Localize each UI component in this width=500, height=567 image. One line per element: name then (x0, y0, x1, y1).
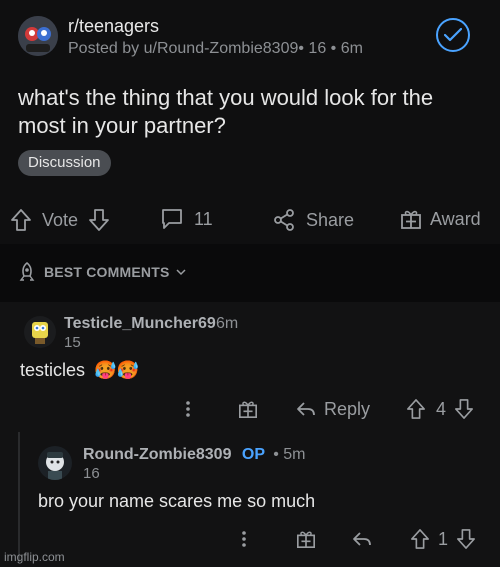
more-options-icon[interactable] (240, 529, 248, 549)
more-options-icon[interactable] (184, 399, 192, 419)
reply-time: • 5m (273, 446, 306, 463)
comment-time: 6m (216, 315, 239, 332)
post-action-bar: Vote 11 Share Award (0, 200, 500, 240)
upvote-icon[interactable] (10, 208, 32, 232)
posted-by: Posted by u/Round-Zombie8309• 16 • 6m (68, 40, 363, 58)
reply-label: Reply (324, 398, 371, 419)
post-meta: • 16 • 6m (298, 40, 363, 57)
award-label: Award (430, 208, 481, 229)
subreddit-avatar[interactable] (18, 16, 58, 56)
comment-emoji: 🥵🥵 (94, 360, 139, 380)
post-card: r/teenagers Posted by u/Round-Zombie8309… (0, 0, 500, 244)
comment-action-bar: Reply 4 (184, 398, 474, 420)
comment-username[interactable]: Testicle_Muncher69 (64, 315, 216, 333)
reply-username: Round-Zombie8309 OP • 5m (83, 446, 305, 464)
upvote-icon[interactable] (410, 528, 430, 550)
reply-button[interactable]: Reply (296, 399, 370, 420)
share-label: Share (306, 209, 355, 230)
op-badge: OP (241, 446, 265, 463)
upvote-icon[interactable] (406, 398, 426, 420)
reply-avatar[interactable] (38, 446, 72, 480)
reply-icon[interactable] (352, 531, 372, 547)
award-icon[interactable] (238, 399, 258, 419)
join-check-button[interactable] (436, 18, 470, 52)
subreddit-name[interactable]: r/teenagers (68, 16, 159, 37)
gift-icon (401, 210, 421, 229)
comments-button[interactable]: 11 (160, 208, 213, 230)
post-title[interactable]: what's the thing that you would look for… (18, 84, 478, 140)
reply-score: 16 (83, 465, 100, 482)
reply-action-bar: 1 (240, 528, 476, 550)
award-icon[interactable] (296, 529, 316, 549)
reply-username-text[interactable]: Round-Zombie8309 (83, 446, 231, 463)
comment-avatar[interactable] (24, 316, 56, 348)
comment-icon (162, 209, 182, 229)
reply-body: bro your name scares me so much (38, 491, 316, 511)
sort-dropdown[interactable]: BEST COMMENTS (18, 262, 186, 282)
downvote-icon[interactable] (88, 208, 110, 232)
downvote-icon[interactable] (454, 398, 474, 420)
comment-text: testicles (20, 360, 86, 380)
thread-line[interactable] (18, 432, 20, 562)
comment-vote-count: 4 (436, 398, 447, 419)
post-flair[interactable]: Discussion (18, 150, 111, 176)
share-icon (274, 209, 294, 231)
vote-label: Vote (42, 209, 79, 230)
comment-score: 15 (64, 334, 81, 351)
award-button[interactable]: Award (400, 208, 481, 230)
checkmark-icon (444, 28, 462, 42)
downvote-icon[interactable] (456, 528, 476, 550)
posted-by-user[interactable]: Posted by u/Round-Zombie8309 (68, 40, 298, 57)
comment-body: testicles 🥵🥵 (20, 360, 139, 381)
comment-count: 11 (194, 208, 213, 229)
reply-icon (297, 402, 315, 416)
chevron-down-icon (175, 269, 186, 276)
share-button[interactable]: Share (272, 208, 354, 232)
reply-vote-count: 1 (438, 528, 449, 549)
vote-group: Vote (10, 208, 110, 232)
sort-label: BEST COMMENTS (44, 264, 170, 280)
rocket-icon (19, 262, 35, 281)
watermark: imgflip.com (4, 550, 65, 564)
